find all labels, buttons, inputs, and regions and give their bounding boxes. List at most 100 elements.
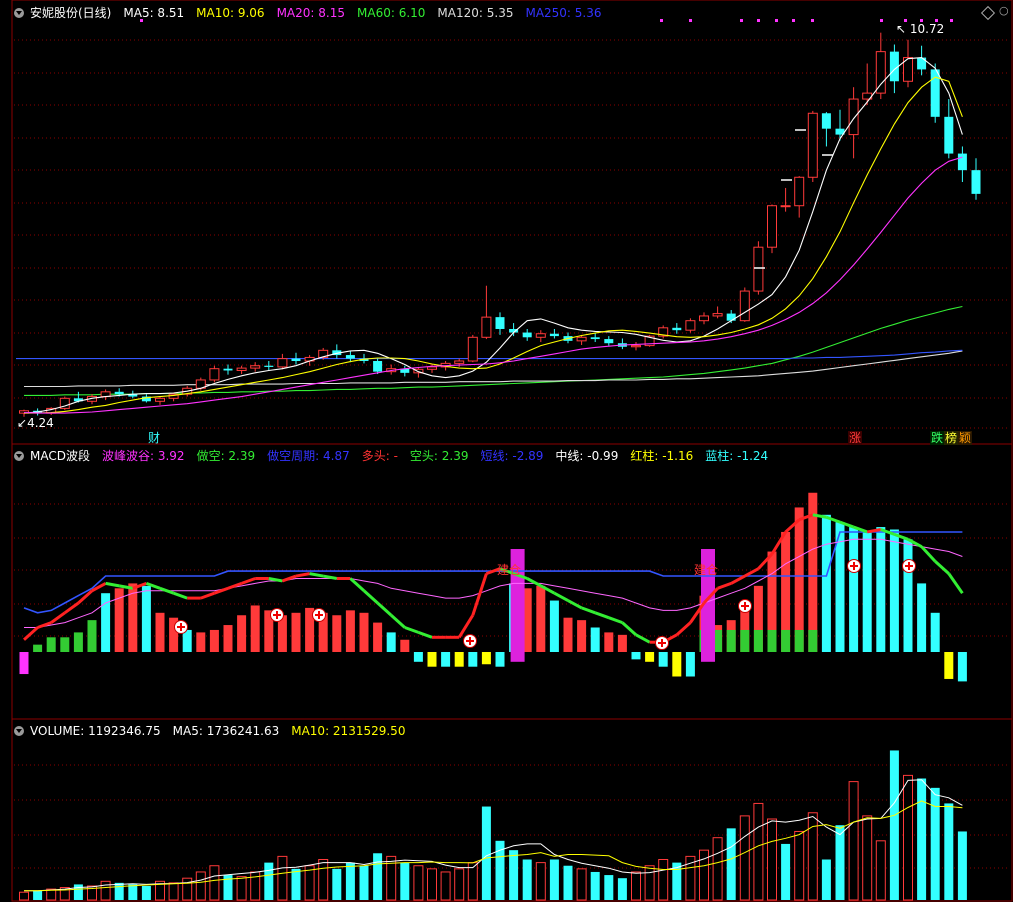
macd-bar <box>631 652 641 660</box>
macd-bar <box>930 612 940 652</box>
ma-line-ma250 <box>16 349 963 360</box>
candle-body <box>631 345 641 348</box>
macd-bar <box>291 612 301 652</box>
macd-item: 红柱: -1.16 <box>630 449 694 463</box>
candle-body <box>780 205 791 208</box>
candle-body <box>794 176 805 207</box>
volume-bar <box>781 843 791 900</box>
signal-dot <box>757 19 760 22</box>
macd-bar <box>481 652 491 665</box>
candle-body <box>277 358 288 368</box>
volume-bar <box>848 781 859 901</box>
volume-bar <box>467 862 478 901</box>
settings-icon[interactable]: ○ <box>998 4 1010 18</box>
macd-bar-base <box>767 629 777 652</box>
volume-bar <box>590 871 600 900</box>
macd-line-short <box>200 591 215 600</box>
candle-body <box>155 397 165 402</box>
macd-item: 做空周期: 4.87 <box>267 449 350 463</box>
volume-bar <box>373 853 383 900</box>
macd-item: 短线: -2.89 <box>480 449 544 463</box>
candle-body <box>753 246 764 292</box>
macd-bar <box>917 583 927 652</box>
main-item: MA120: 5.35 <box>437 6 514 20</box>
macd-bar <box>617 634 627 652</box>
bang-badge[interactable]: 榜 <box>944 431 959 445</box>
volume-bar <box>141 885 151 900</box>
main-item: MA10: 9.06 <box>196 6 265 20</box>
macd-line-short <box>376 601 393 617</box>
candle-body <box>930 69 940 117</box>
candle-body <box>454 360 465 364</box>
macd-line-mid <box>24 538 963 628</box>
candle-body <box>944 116 954 154</box>
vol-item: MA5: 1736241.63 <box>172 724 280 738</box>
volume-bar <box>182 877 193 901</box>
volume-bar <box>563 865 573 900</box>
die-badge[interactable]: 跌 <box>930 431 945 445</box>
volume-bar <box>345 862 355 900</box>
main-item: MA60: 6.10 <box>357 6 426 20</box>
volume-bar <box>427 868 437 901</box>
volume-bar <box>509 850 519 900</box>
macd-lines <box>22 513 964 644</box>
volume-bar <box>73 884 83 900</box>
signal-dot <box>880 19 883 22</box>
macd-bar <box>141 585 151 652</box>
macd-bar <box>386 632 396 652</box>
candle-body <box>264 365 274 367</box>
volume-bar <box>917 778 927 900</box>
macd-line-short <box>947 572 964 595</box>
macd-line-short <box>241 577 256 585</box>
high-price-value: 10.72 <box>909 22 945 36</box>
volume-bar <box>712 837 723 901</box>
volume-bar <box>114 882 124 900</box>
candle-body <box>726 313 736 321</box>
candle-body <box>685 320 696 331</box>
macd-bars <box>19 492 967 682</box>
candle-body <box>917 57 927 70</box>
volume-legend: MA5: 1736241.63 MA10: 2131529.50 <box>167 724 412 738</box>
macd-bar <box>209 629 219 652</box>
volume-bar <box>794 830 805 901</box>
macd-bar-base <box>726 629 736 652</box>
macd-bar <box>685 652 695 677</box>
macd-bar <box>196 632 206 652</box>
main-header: 安妮股份(日线) MA5: 8.51 MA10: 9.06 MA20: 8.15 MA6… <box>14 5 614 21</box>
volume-bar <box>617 878 627 900</box>
macd-bar <box>658 652 668 667</box>
signal-dot <box>811 19 814 22</box>
volume-bar <box>332 868 342 900</box>
zhang-badge[interactable]: 涨 <box>848 431 863 445</box>
macd-bar <box>73 632 83 652</box>
macd-bar <box>590 627 600 652</box>
candle-body <box>467 336 478 362</box>
high-price-label: ↖ 10.72 <box>896 22 945 36</box>
candle-body <box>576 336 587 342</box>
volume-bar <box>821 859 831 900</box>
macd-line-short <box>553 591 569 602</box>
candle-body <box>481 316 492 338</box>
ying-badge[interactable]: 颖 <box>958 431 973 445</box>
macd-bar-base <box>781 629 791 652</box>
volume-ma-ma5 <box>24 779 963 892</box>
cai-badge[interactable]: 财 <box>147 431 161 445</box>
collapse-icon[interactable] <box>14 726 24 736</box>
collapse-icon[interactable] <box>14 451 24 461</box>
macd-bar <box>468 652 478 667</box>
macd-bar <box>495 652 505 667</box>
volume-bar <box>957 831 967 900</box>
macd-bar-base <box>753 629 763 652</box>
candle-body <box>250 365 261 369</box>
candle-body <box>291 358 301 361</box>
signal-dot <box>950 19 953 22</box>
candle-body <box>739 290 750 322</box>
volume-bar <box>767 818 777 901</box>
volume-bar <box>522 859 532 900</box>
collapse-icon[interactable] <box>14 8 24 18</box>
macd-bar <box>60 637 70 652</box>
volume-bar <box>264 862 274 900</box>
main-item: MA20: 8.15 <box>276 6 345 20</box>
volume-ma-ma10 <box>24 800 963 892</box>
volume-bar <box>535 862 546 901</box>
